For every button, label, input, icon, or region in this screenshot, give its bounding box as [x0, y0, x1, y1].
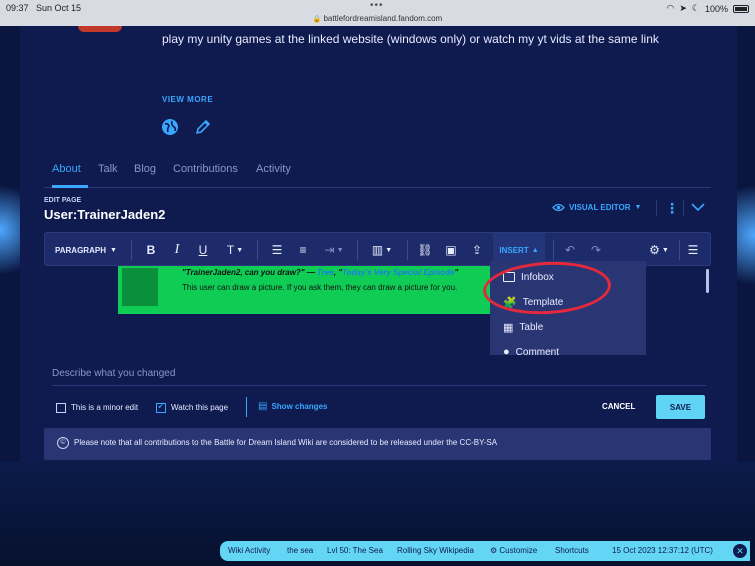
menu-item-comment[interactable]: ● Comment [490, 340, 646, 355]
more-dots-icon[interactable]: ••• [370, 0, 384, 11]
close-icon[interactable]: ✕ [733, 544, 747, 558]
paragraph-dropdown[interactable]: PARAGRAPH ▼ [55, 233, 117, 267]
caret-down-icon: ▼ [634, 204, 642, 211]
watch-page-checkbox[interactable] [156, 401, 166, 413]
cancel-button[interactable]: CANCEL [602, 402, 635, 411]
toolbar-link-lvl50[interactable]: Lvl 50: The Sea [327, 546, 383, 555]
status-indicators: ◠ ➤ ☾ 100% [666, 3, 749, 14]
show-changes-label: Show changes [271, 402, 328, 411]
userbox-link-episode[interactable]: Today's Very Special Episode [342, 268, 454, 277]
tab-blog[interactable]: Blog [134, 163, 156, 175]
tab-contributions[interactable]: Contributions [173, 163, 238, 175]
menu-icon[interactable]: ☰ [685, 233, 701, 267]
toolbar-link-wiki-activity[interactable]: Wiki Activity [228, 546, 270, 555]
pencil-icon[interactable] [194, 118, 212, 136]
settings-gear-icon[interactable]: ⚙ ▼ [645, 233, 673, 267]
indent-icon[interactable]: ⇥ ▼ [321, 233, 347, 267]
wifi-icon: ◠ [666, 3, 675, 13]
caret-down-icon: ▼ [109, 246, 117, 254]
show-changes-button[interactable]: ▤ Show changes [258, 401, 327, 412]
bullet-list-icon[interactable]: ☰ [269, 233, 285, 267]
view-more-link[interactable]: VIEW MORE [162, 95, 213, 104]
status-time: 09:37 [6, 3, 29, 13]
underline-icon[interactable]: U [195, 233, 211, 267]
address-bar[interactable]: 🔒 battlefordreamisland.fandom.com [0, 14, 755, 23]
moon-icon: ☾ [691, 3, 700, 13]
page-title: User:TrainerJaden2 [44, 207, 166, 222]
link-icon[interactable]: ⛓ [417, 233, 433, 267]
numbered-list-icon[interactable]: ≡ [295, 233, 311, 267]
eye-icon [552, 203, 565, 212]
avatar [78, 26, 122, 32]
userbox: "TrainerJaden2, can you draw?" — Tree, "… [118, 266, 490, 314]
lock-icon: 🔒 [312, 16, 322, 23]
toolbar-link-rolling-sky[interactable]: Rolling Sky Wikipedia [397, 546, 474, 555]
toolbar-divider [357, 240, 358, 260]
toolbar-divider [131, 240, 132, 260]
gear-icon: ⚙ [490, 546, 498, 555]
edit-page-label: EDIT PAGE [44, 197, 82, 204]
watch-page-label: Watch this page [171, 403, 229, 412]
header-divider [656, 200, 657, 216]
toolbar-divider [679, 240, 680, 260]
image-icon[interactable]: ▣ [443, 233, 459, 267]
toolbar-link-the-sea[interactable]: the sea [287, 546, 313, 555]
shortcuts-button[interactable]: Shortcuts [555, 546, 589, 555]
globe-icon[interactable] [161, 118, 179, 136]
battery-icon [733, 4, 749, 13]
upload-icon[interactable]: ⇪ [469, 233, 485, 267]
customize-button[interactable]: ⚙ Customize [490, 546, 537, 555]
minor-edit-checkbox[interactable] [56, 403, 66, 413]
bold-icon[interactable]: B [143, 233, 159, 267]
toolbar-timestamp: 15 Oct 2023 12:37:12 (UTC) [612, 546, 713, 555]
profile-bio: play my unity games at the linked websit… [162, 32, 659, 46]
userbox-quote: "TrainerJaden2, can you draw?" — Tree, "… [182, 268, 459, 277]
copyright-icon: © [57, 437, 69, 449]
chevron-down-icon[interactable] [690, 199, 706, 215]
minor-edit-label: This is a minor edit [71, 403, 139, 412]
location-icon: ➤ [679, 3, 687, 13]
tab-talk[interactable]: Talk [98, 163, 118, 175]
profile-tabs: About Talk Blog Contributions Activity [44, 160, 711, 188]
address-url: battlefordreamisland.fandom.com [323, 14, 443, 23]
caret-up-icon: ▲ [531, 246, 539, 254]
table-icon: ▦ [503, 321, 514, 334]
toolbar-divider [257, 240, 258, 260]
active-tab-indicator [52, 185, 88, 188]
header-divider [683, 200, 684, 216]
edit-summary-input[interactable]: Describe what you changed [52, 364, 706, 386]
userbox-link-tree[interactable]: Tree [317, 268, 334, 277]
comment-icon: ● [503, 346, 510, 355]
wiki-bottom-toolbar: Wiki Activity the sea Lvl 50: The Sea Ro… [220, 541, 750, 561]
save-button[interactable]: SAVE [656, 395, 705, 419]
diff-icon: ▤ [258, 401, 268, 412]
battery-percent: 100% [704, 3, 728, 14]
visual-editor-button[interactable]: VISUAL EDITOR ▼ [552, 203, 641, 212]
status-date: Sun Oct 15 [36, 3, 82, 13]
more-options-icon[interactable]: ⋮ [665, 201, 679, 215]
editor-scrollbar[interactable] [706, 269, 709, 293]
insert-label: INSERT [499, 245, 529, 255]
paragraph-label: PARAGRAPH [55, 245, 106, 255]
toolbar-divider [407, 240, 408, 260]
tab-activity[interactable]: Activity [256, 163, 291, 175]
italic-icon[interactable]: I [169, 233, 185, 267]
menu-item-table[interactable]: ▦ Table [490, 315, 646, 339]
userbox-image [122, 268, 158, 306]
toolbar-divider [553, 240, 554, 260]
license-text: Please note that all contributions to th… [74, 438, 498, 447]
userbox-description: This user can draw a picture. If you ask… [182, 283, 458, 292]
actions-divider [246, 397, 247, 417]
ios-status-bar: 09:37 Sun Oct 15 ••• 🔒 battlefordreamisla… [0, 0, 755, 26]
visual-editor-label: VISUAL EDITOR [569, 203, 631, 212]
text-style-icon[interactable]: T ▼ [223, 233, 247, 267]
cite-icon[interactable]: ▥ ▼ [369, 233, 395, 267]
license-notice: © Please note that all contributions to … [44, 428, 711, 460]
tab-about[interactable]: About [52, 163, 81, 175]
